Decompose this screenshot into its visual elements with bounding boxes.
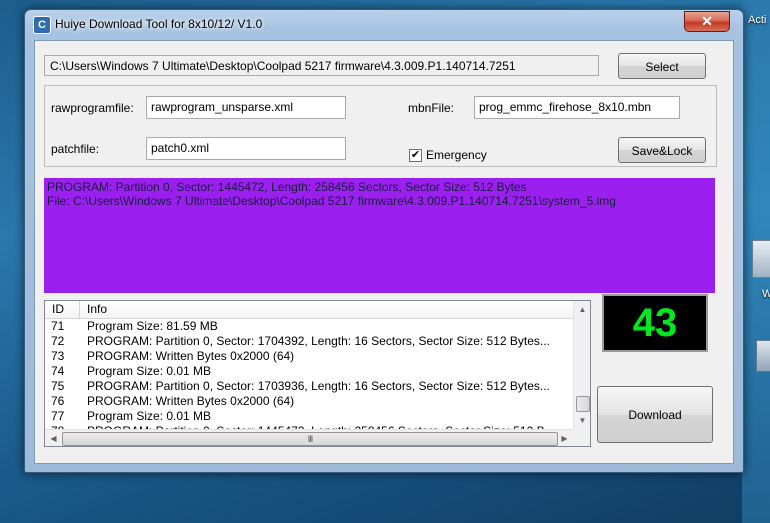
column-header-id[interactable]: ID: [52, 302, 64, 316]
scroll-up-arrow-icon[interactable]: ▲: [574, 301, 590, 318]
row-info: Program Size: 81.59 MB: [87, 319, 218, 333]
row-info: Program Size: 0.01 MB: [87, 364, 212, 378]
row-id: 75: [51, 379, 65, 393]
app-window: C Huiye Download Tool for 8x10/12/ V1.0 …: [24, 9, 744, 473]
row-id: 76: [51, 394, 65, 408]
table-row[interactable]: 72 PROGRAM: Partition 0, Sector: 1704392,…: [45, 334, 573, 349]
mbn-label: mbnFile:: [408, 101, 455, 115]
window-title: Huiye Download Tool for 8x10/12/ V1.0: [55, 17, 263, 31]
desktop-shortcut-icon[interactable]: [752, 240, 770, 278]
scrollbar-corner: [573, 429, 590, 446]
download-button[interactable]: Download: [597, 386, 713, 443]
table-row[interactable]: 71 Program Size: 81.59 MB: [45, 319, 573, 334]
table-row[interactable]: 77 Program Size: 0.01 MB: [45, 409, 573, 424]
row-info: PROGRAM: Partition 0, Sector: 1703936, L…: [87, 379, 550, 393]
rawprogram-label: rawprogramfile:: [51, 101, 134, 115]
desktop-label-side: W: [762, 288, 770, 300]
row-info: Program Size: 0.01 MB: [87, 409, 212, 423]
log-table[interactable]: ID Info 71 Program Size: 81.59 MB 72 PROGR…: [44, 300, 591, 447]
desktop-label-top: Acti: [748, 14, 767, 26]
vertical-scrollbar[interactable]: ▲ ▼: [573, 301, 590, 429]
row-info: PROGRAM: Partition 0, Sector: 1704392, L…: [87, 334, 550, 348]
column-divider[interactable]: [79, 301, 80, 318]
row-info: PROGRAM: Written Bytes 0x2000 (64): [87, 394, 295, 408]
scroll-right-arrow-icon[interactable]: ▶: [556, 430, 573, 446]
table-row[interactable]: 74 Program Size: 0.01 MB: [45, 364, 573, 379]
column-header-info[interactable]: Info: [87, 302, 107, 316]
row-id: 77: [51, 409, 65, 423]
row-id: 73: [51, 349, 65, 363]
log-table-body: 71 Program Size: 81.59 MB 72 PROGRAM: Part…: [45, 319, 573, 439]
status-log-line-1: PROGRAM: Partition 0, Sector: 1445472, L…: [47, 180, 527, 194]
table-row[interactable]: 73 PROGRAM: Written Bytes 0x2000 (64): [45, 349, 573, 364]
vertical-scroll-thumb[interactable]: [576, 396, 590, 412]
firmware-path-field[interactable]: C:\Users\Windows 7 Ultimate\Desktop\Cool…: [44, 55, 599, 76]
client-area: C:\Users\Windows 7 Ultimate\Desktop\Cool…: [34, 40, 734, 464]
patchfile-input[interactable]: patch0.xml: [146, 137, 346, 160]
table-row[interactable]: 75 PROGRAM: Partition 0, Sector: 1703936,…: [45, 379, 573, 394]
desktop-shortcut-icon-2[interactable]: [756, 340, 770, 372]
horizontal-scrollbar[interactable]: ◀ III ▶: [45, 429, 573, 446]
save-lock-button[interactable]: Save&Lock: [618, 137, 706, 163]
emergency-label: Emergency: [426, 148, 487, 162]
row-id: 74: [51, 364, 65, 378]
table-row[interactable]: 76 PROGRAM: Written Bytes 0x2000 (64): [45, 394, 573, 409]
close-button[interactable]: ✕: [684, 11, 730, 32]
mbn-input[interactable]: prog_emmc_firehose_8x10.mbn: [474, 96, 680, 119]
title-bar[interactable]: C Huiye Download Tool for 8x10/12/ V1.0 …: [25, 10, 743, 38]
row-id: 71: [51, 319, 65, 333]
horizontal-scroll-thumb[interactable]: III: [62, 432, 558, 446]
select-button[interactable]: Select: [618, 53, 706, 79]
emergency-checkbox[interactable]: ✔: [409, 149, 422, 162]
status-log-panel: PROGRAM: Partition 0, Sector: 1445472, L…: [44, 178, 715, 293]
status-log-line-2: File: C:\Users\Windows 7 Ultimate\Deskto…: [47, 194, 616, 208]
app-logo-icon: C: [33, 16, 51, 34]
scroll-down-arrow-icon[interactable]: ▼: [574, 412, 590, 429]
row-id: 72: [51, 334, 65, 348]
patchfile-label: patchfile:: [51, 142, 100, 156]
row-info: PROGRAM: Written Bytes 0x2000 (64): [87, 349, 295, 363]
scroll-left-arrow-icon[interactable]: ◀: [45, 430, 62, 446]
progress-counter-display: 43: [602, 294, 708, 352]
log-table-header: ID Info: [45, 301, 573, 319]
rawprogram-input[interactable]: rawprogram_unsparse.xml: [146, 96, 346, 119]
